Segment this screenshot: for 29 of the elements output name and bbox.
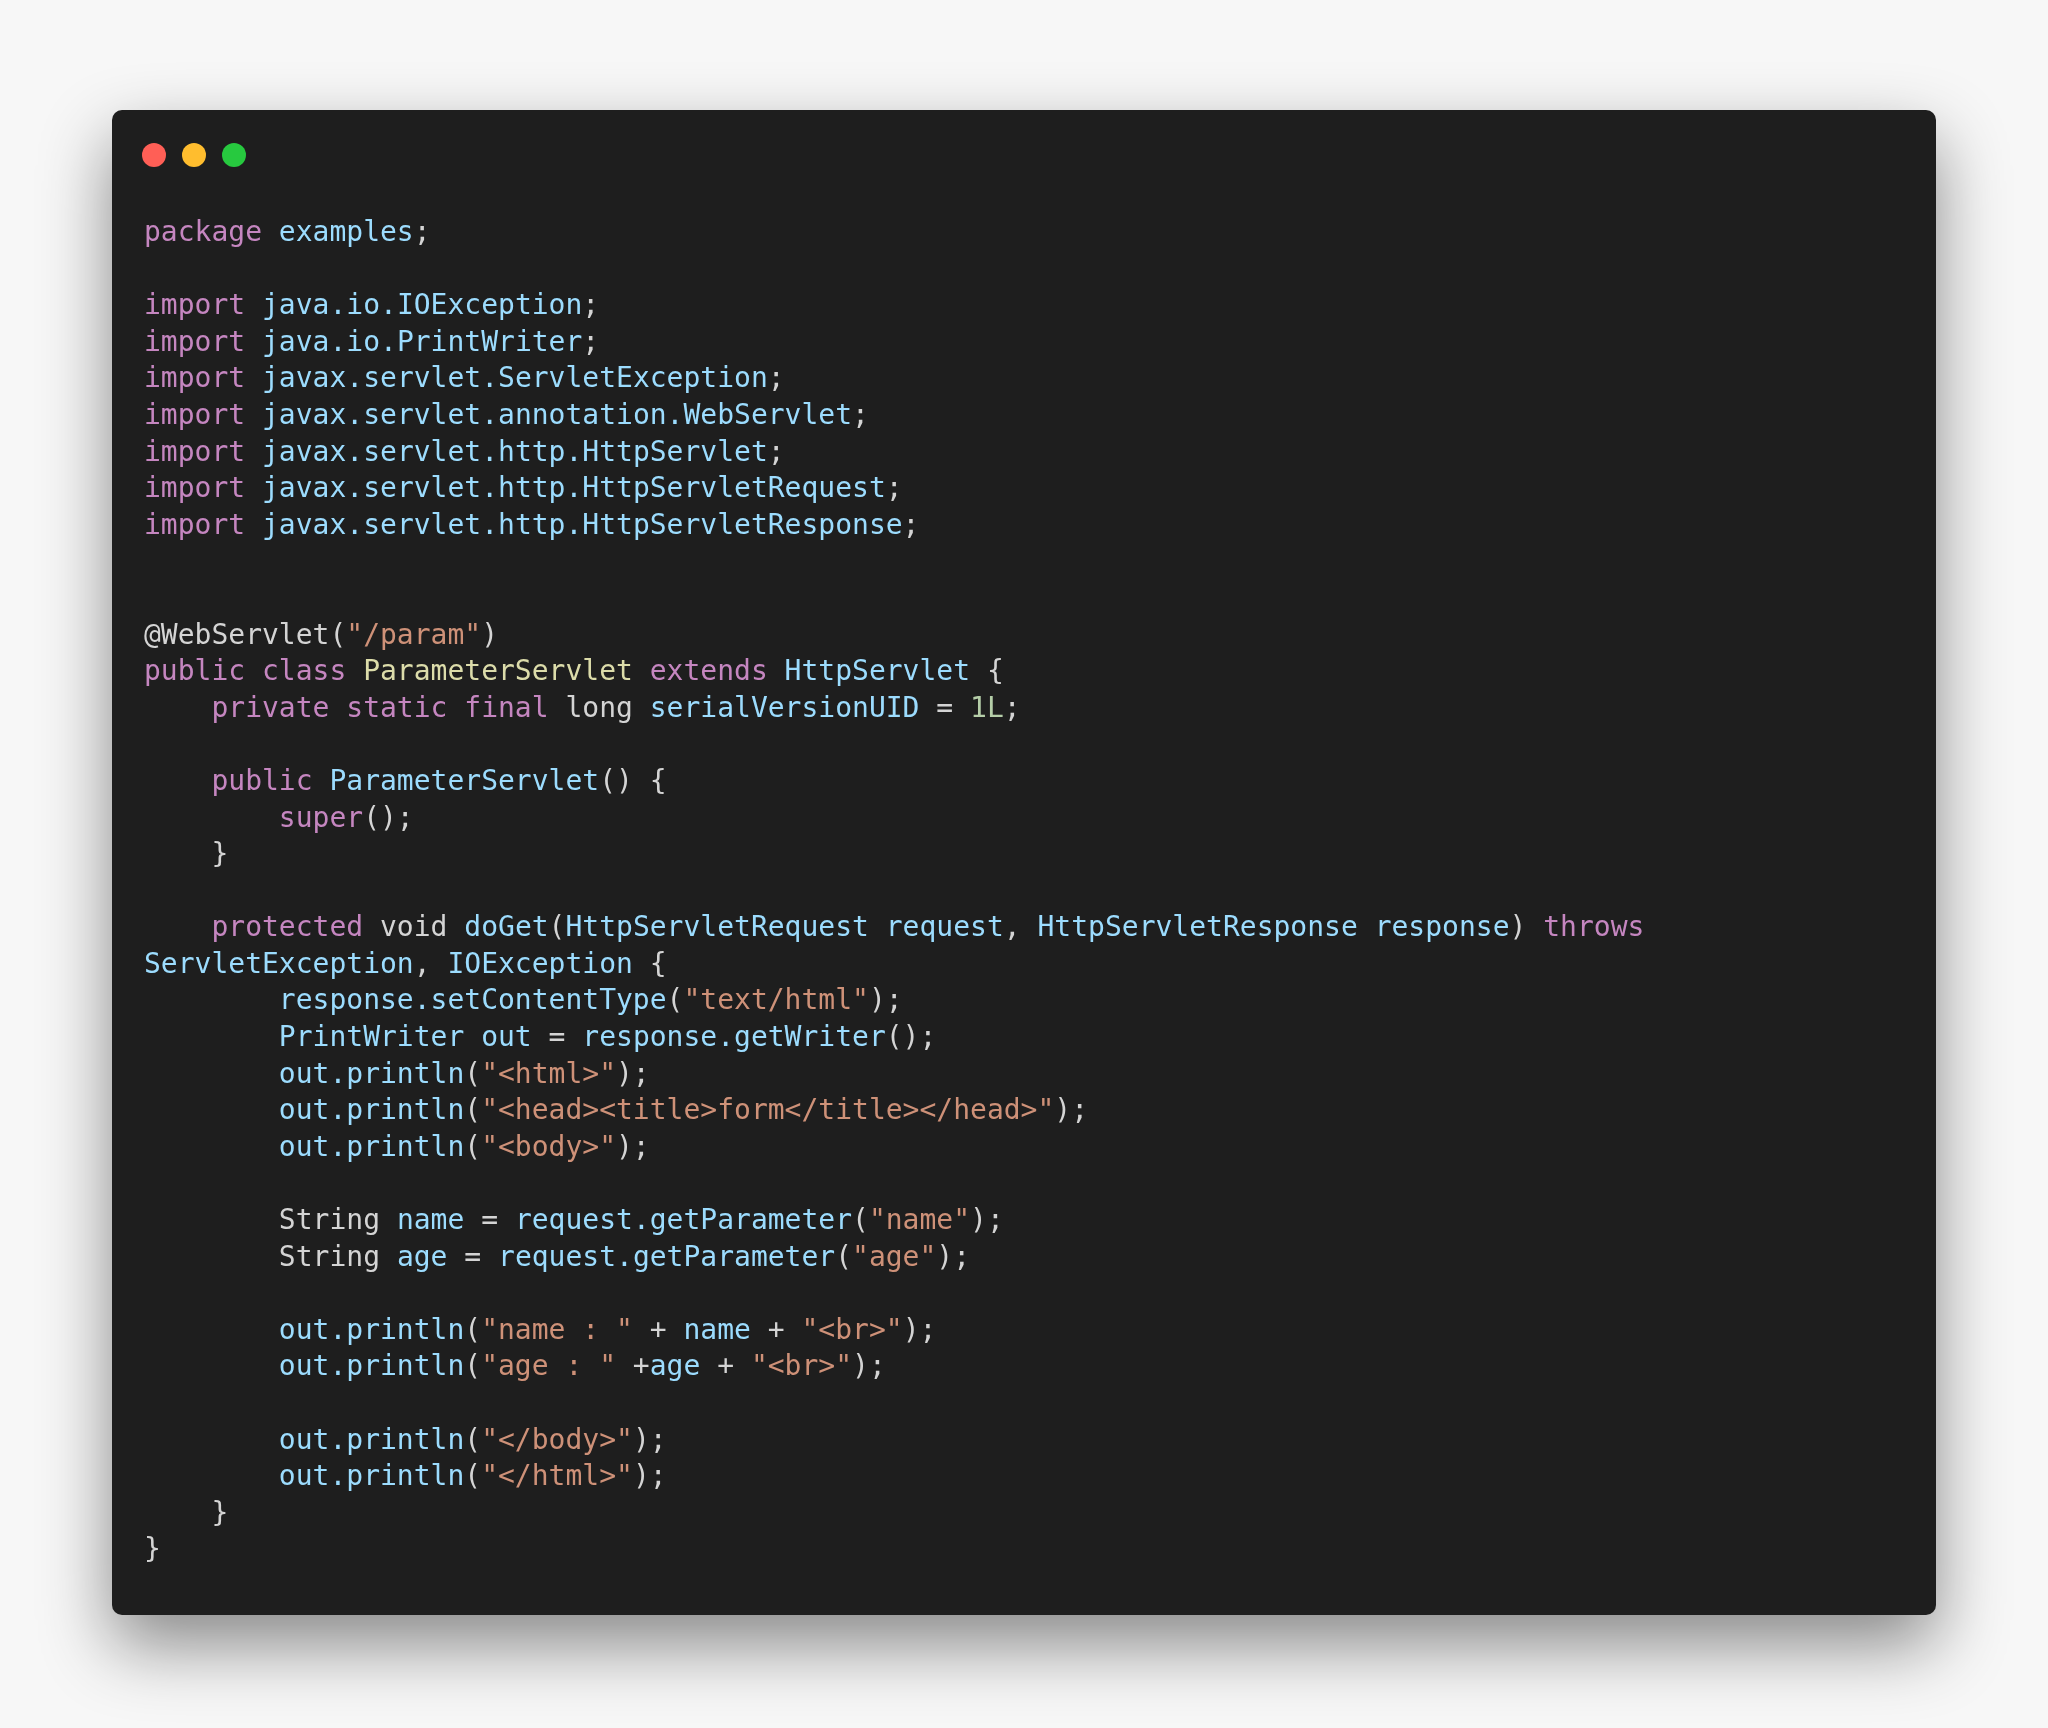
code-line: response.setContentType("text/html"); — [277, 982, 903, 1019]
code-line: out.println("</body>"); — [277, 1421, 667, 1458]
code-line: public ParameterServlet() { — [210, 762, 667, 799]
code-line: } — [210, 1494, 229, 1531]
code-line: @WebServlet("/param") — [144, 616, 498, 653]
code-line: import javax.servlet.http.HttpServlet; — [144, 433, 785, 470]
code-line: import java.io.PrintWriter; — [144, 323, 600, 360]
code-line: import javax.servlet.annotation.WebServlet; — [144, 396, 869, 433]
code-line: import javax.servlet.ServletException; — [144, 360, 785, 397]
code-line: super(); — [277, 799, 414, 836]
code-line: out.println("</html>"); — [277, 1458, 667, 1495]
code-line: protected void doGet(HttpServletRequest request, HttpServletResponse response) throws — [210, 909, 1645, 946]
code-line: private static final long serialVersionUID = 1L; — [210, 689, 1021, 726]
code-line: import javax.servlet.http.HttpServletResponse; — [144, 506, 920, 543]
code-line: out.println("age : " +age + "<br>"); — [277, 1348, 886, 1385]
code-line: public class ParameterServlet extends HttpServlet { — [144, 653, 1004, 690]
code-line: out.println("<body>"); — [277, 1128, 650, 1165]
code-line: PrintWriter out = response.getWriter(); — [277, 1019, 937, 1056]
code-line: out.println("<head><title>form</title></head>"); — [277, 1092, 1089, 1129]
code-line: import java.io.IOException; — [144, 287, 600, 324]
code-line: package examples; — [144, 214, 431, 250]
code-line: import javax.servlet.http.HttpServletRequest; — [144, 470, 903, 507]
code-line: } — [210, 836, 229, 873]
code-line: String age = request.getParameter("age"); — [277, 1238, 971, 1275]
code-line: } — [144, 1531, 161, 1568]
code-line: String name = request.getParameter("name"); — [277, 1202, 1004, 1239]
code-line: out.println("name : " + name + "<br>"); — [277, 1311, 937, 1348]
code-line: out.println("<html>"); — [277, 1055, 650, 1092]
code-line: ServletException, IOException { — [144, 945, 667, 982]
